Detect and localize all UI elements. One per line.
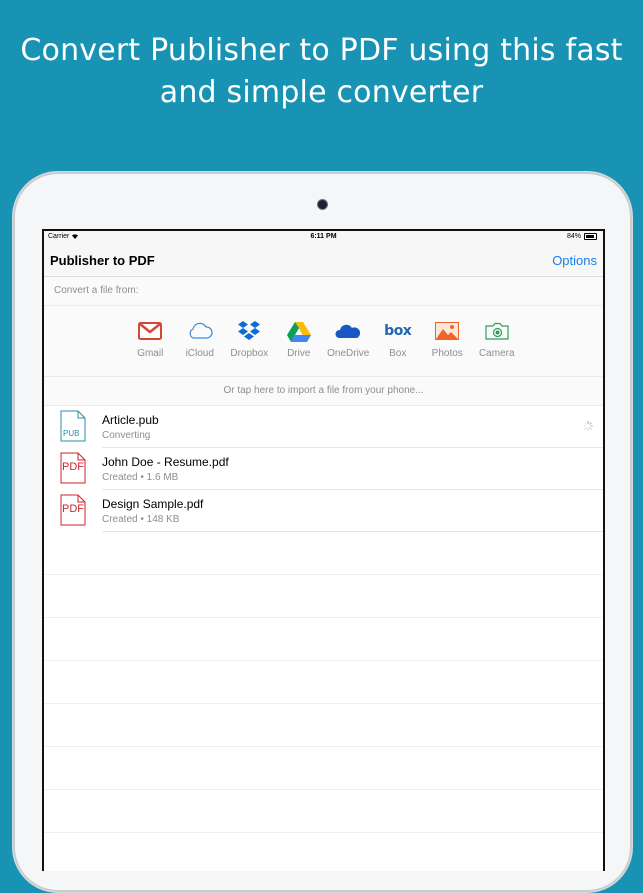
source-picker: Gmail iCloud Dropbox Drive OneDrive box … xyxy=(44,306,603,377)
file-badge: PUB xyxy=(63,429,80,438)
loading-spinner-icon xyxy=(583,421,593,431)
source-label: Camera xyxy=(478,348,515,359)
empty-row xyxy=(44,532,603,575)
battery-icon xyxy=(584,233,597,240)
marketing-headline: Convert Publisher to PDF using this fast… xyxy=(0,30,643,114)
navigation-bar: Publisher to PDF Options xyxy=(44,243,603,277)
status-bar: Carrier 6:11 PM 84% xyxy=(44,231,603,243)
battery-percent: 84% xyxy=(566,233,581,240)
empty-row xyxy=(44,790,603,833)
source-gmail[interactable]: Gmail xyxy=(126,306,176,376)
empty-row xyxy=(44,704,603,747)
empty-row xyxy=(44,575,603,618)
app-screen: Carrier 6:11 PM 84% Publisher to PDF Opt… xyxy=(42,229,605,871)
source-label: Box xyxy=(389,348,407,359)
battery-indicator: 84% xyxy=(567,233,597,240)
status-time: 6:11 PM xyxy=(310,233,337,240)
photos-icon xyxy=(434,320,460,342)
file-badge: PDF xyxy=(62,503,84,515)
source-onedrive[interactable]: OneDrive xyxy=(324,306,374,376)
source-drive[interactable]: Drive xyxy=(274,306,324,376)
gmail-icon xyxy=(137,320,163,342)
headline-line-1: Convert Publisher to PDF using this fast xyxy=(20,33,623,68)
convert-from-label: Convert a file from: xyxy=(44,277,603,306)
file-row-design-sample[interactable]: PDF Design Sample.pdf Created • 148 KB xyxy=(44,490,603,532)
source-icloud[interactable]: iCloud xyxy=(175,306,225,376)
import-from-phone-button[interactable]: Or tap here to import a file from your p… xyxy=(44,377,603,406)
file-name: John Doe - Resume.pdf xyxy=(102,455,229,469)
source-box[interactable]: box Box xyxy=(373,306,423,376)
source-camera[interactable]: Camera xyxy=(472,306,522,376)
ipad-frame: Carrier 6:11 PM 84% Publisher to PDF Opt… xyxy=(12,171,633,893)
options-button[interactable]: Options xyxy=(552,253,597,268)
front-camera xyxy=(318,200,327,209)
box-icon: box xyxy=(384,323,412,339)
source-label: OneDrive xyxy=(327,348,370,359)
file-name: Article.pub xyxy=(102,413,159,427)
source-label: Dropbox xyxy=(230,348,269,359)
source-label: Drive xyxy=(287,348,311,359)
row-separator xyxy=(102,531,603,532)
dropbox-icon xyxy=(236,320,262,342)
camera-icon xyxy=(484,320,510,342)
empty-row xyxy=(44,618,603,661)
source-label: Photos xyxy=(431,348,463,359)
empty-row xyxy=(44,661,603,704)
app-title: Publisher to PDF xyxy=(50,253,155,268)
source-label: iCloud xyxy=(185,348,214,359)
file-name: Design Sample.pdf xyxy=(102,497,204,511)
icloud-icon xyxy=(187,320,213,342)
file-row-resume[interactable]: PDF John Doe - Resume.pdf Created • 1.6 … xyxy=(44,448,603,490)
file-badge: PDF xyxy=(62,461,84,473)
empty-row xyxy=(44,747,603,790)
headline-line-2: and simple converter xyxy=(159,75,484,110)
source-photos[interactable]: Photos xyxy=(423,306,473,376)
google-drive-icon xyxy=(286,320,312,342)
file-row-article[interactable]: PUB Article.pub Converting xyxy=(44,406,603,448)
source-label: Gmail xyxy=(137,348,164,359)
file-details: Created • 148 KB xyxy=(102,514,180,525)
file-status: Converting xyxy=(102,430,151,441)
file-details: Created • 1.6 MB xyxy=(102,472,179,483)
onedrive-icon xyxy=(335,320,361,342)
source-dropbox[interactable]: Dropbox xyxy=(225,306,275,376)
